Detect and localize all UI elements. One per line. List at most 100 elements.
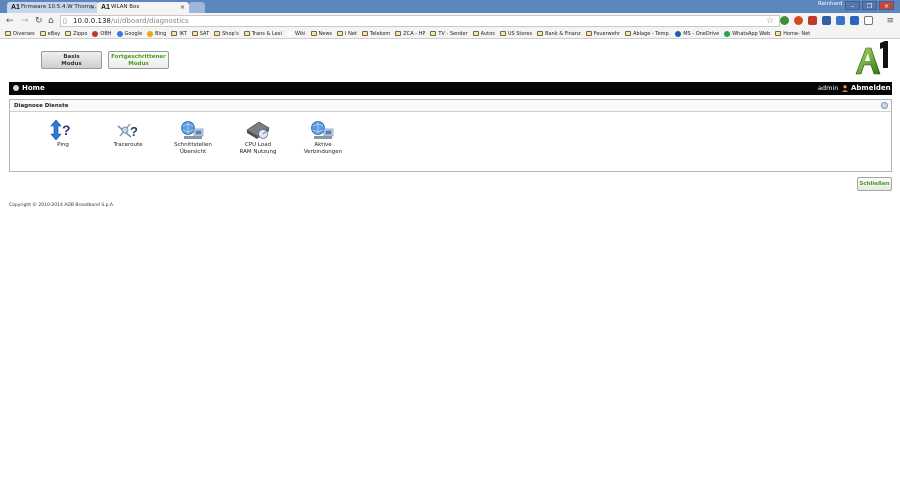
bookmark-item[interactable]: IKT <box>171 31 187 37</box>
advanced-mode-label: Fortgeschrittener <box>111 54 166 60</box>
extension-blue-icon[interactable] <box>836 16 845 25</box>
current-user: admin <box>818 84 839 92</box>
bookmark-label: Wiki <box>295 30 306 37</box>
extension-shield-icon[interactable] <box>808 16 817 25</box>
bookmark-label: News <box>318 30 333 37</box>
bookmark-item[interactable]: Bing <box>147 30 167 37</box>
basic-mode-button[interactable]: Basis Modus <box>41 51 102 69</box>
back-arrow-icon[interactable]: ← <box>6 15 14 27</box>
folder-icon <box>65 31 72 36</box>
folder-icon <box>191 31 198 36</box>
bookmark-item[interactable]: Google <box>116 30 142 37</box>
bookmark-item[interactable]: Autos <box>472 30 495 37</box>
bookmark-item[interactable]: Feuerwehr <box>585 30 621 37</box>
folder-icon <box>775 31 782 36</box>
folder-icon <box>395 31 402 36</box>
connections-icon <box>311 121 334 139</box>
browser-tab-firmware[interactable]: A1 Firmware 10.5.4.W Thoms... × <box>7 2 99 13</box>
minimize-icon[interactable]: – <box>845 1 860 10</box>
traceroute-tool[interactable]: ? Traceroute <box>99 120 157 149</box>
address-bar[interactable]: ▯ 10.0.0.138/ui/dboard/diagnostics <box>60 15 780 27</box>
bookmark-label: WhatsApp Web <box>732 30 771 37</box>
browser-window: A1 Firmware 10.5.4.W Thoms... × A1 WLAN … <box>0 0 900 484</box>
bookmark-item[interactable]: Ablage - Temp. <box>625 31 670 37</box>
home-browser-icon[interactable]: ⌂ <box>48 15 54 27</box>
bookmark-item[interactable]: I Net <box>337 31 357 37</box>
cpu-ram-icon <box>246 121 270 139</box>
folder-icon <box>214 31 221 36</box>
forward-arrow-icon[interactable]: → <box>21 15 29 27</box>
extension-screen-icon[interactable] <box>850 16 859 25</box>
url-host: 10.0.0.138 <box>73 17 111 25</box>
bookmark-item[interactable]: eBay <box>39 31 60 37</box>
bookmark-item[interactable]: TV - Sender <box>430 31 468 37</box>
folder-icon <box>361 31 368 36</box>
a1-favicon-icon: A1 <box>101 4 110 11</box>
bookmark-item[interactable]: WhatsApp Web <box>724 30 771 37</box>
bookmark-label: Feuerwehr <box>593 30 621 37</box>
new-tab-button[interactable] <box>189 2 205 13</box>
svg-text:?: ? <box>62 122 71 138</box>
bookmark-item[interactable]: SAT <box>191 30 210 37</box>
folder-icon <box>585 31 592 36</box>
advanced-mode-button[interactable]: Fortgeschrittener Modus <box>108 51 169 69</box>
logout-link[interactable]: Abmelden <box>851 82 891 95</box>
extension-green-icon[interactable] <box>780 16 789 25</box>
connections-tool[interactable]: Aktive Verbindungen <box>294 120 352 155</box>
basic-mode-label: Basis <box>63 54 80 60</box>
a1-favicon-icon: A1 <box>11 4 20 11</box>
bookmark-label: SAT <box>199 30 210 37</box>
tab-close-icon[interactable]: × <box>180 2 185 13</box>
folder-icon <box>243 31 250 36</box>
bookmark-item[interactable]: OBH <box>92 30 112 37</box>
traceroute-icon: ? <box>117 123 138 139</box>
cast-icon[interactable] <box>864 16 873 25</box>
folder-icon <box>310 31 317 36</box>
bookmark-label: Shop's <box>222 30 239 37</box>
restore-icon[interactable]: ❐ <box>862 1 877 10</box>
bookmark-item[interactable]: Home- Net <box>775 31 810 37</box>
menu-icon[interactable]: ≡ <box>886 15 894 27</box>
a1-logo <box>855 41 888 75</box>
bookmark-item[interactable]: Bank & Finanz <box>537 31 581 37</box>
bookmark-item[interactable]: ZCA - HP <box>395 31 425 37</box>
bookmark-star-icon[interactable]: ☆ <box>766 15 774 27</box>
bookmark-item[interactable]: Diverses <box>5 31 35 37</box>
tab-close-icon[interactable]: × <box>90 2 95 13</box>
bookmark-item[interactable]: News <box>310 30 333 37</box>
bookmark-item[interactable]: Trans & Lexi <box>243 30 283 37</box>
panel-title: Diagnose Dienste <box>14 103 69 109</box>
browser-tab-wlan-box[interactable]: A1 WLAN Box × <box>97 2 189 13</box>
reload-icon[interactable]: ↻ <box>35 15 43 27</box>
bookmark-item[interactable]: MS - OneDrive <box>675 30 720 37</box>
traceroute-label: Traceroute <box>113 142 143 148</box>
bookmark-item[interactable]: Zippo <box>65 31 87 37</box>
browser-user-label[interactable]: Reinhard <box>818 1 842 7</box>
interfaces-tool[interactable]: Schnittstellen Übersicht <box>164 120 222 155</box>
home-link[interactable]: Home <box>22 82 45 95</box>
bookmark-label: Bing <box>155 30 167 37</box>
site-favicon-icon <box>116 30 123 37</box>
site-favicon-icon <box>675 30 682 37</box>
bookmark-item[interactable]: Telekom <box>361 31 390 37</box>
bookmark-item[interactable]: Wiki <box>287 30 306 37</box>
bookmark-label: Trans & Lexi <box>251 30 283 37</box>
panel-header: Diagnose Dienste <box>10 100 891 112</box>
close-button[interactable]: Schließen <box>857 177 892 191</box>
bookmark-label: OBH <box>100 30 112 37</box>
ping-tool[interactable]: ? Ping <box>34 120 92 149</box>
extension-red-icon[interactable] <box>794 16 803 25</box>
bookmark-label: MS - OneDrive <box>683 30 720 37</box>
site-favicon-icon <box>287 30 294 37</box>
bookmark-label: Autos <box>480 30 495 37</box>
user-icon <box>842 85 848 92</box>
cpu-ram-tool[interactable]: CPU Load RAM Nutzung <box>229 120 287 155</box>
bookmark-item[interactable]: US Stores <box>499 31 532 37</box>
help-icon[interactable] <box>881 102 888 109</box>
download-icon[interactable] <box>822 16 831 25</box>
cpu-ram-label-2: RAM Nutzung <box>239 148 277 155</box>
bookmark-item[interactable]: Shop's <box>214 31 239 37</box>
window-close-icon[interactable]: × <box>879 1 894 10</box>
url-path: /ui/dboard/diagnostics <box>110 17 189 25</box>
page-icon: ▯ <box>63 17 67 25</box>
